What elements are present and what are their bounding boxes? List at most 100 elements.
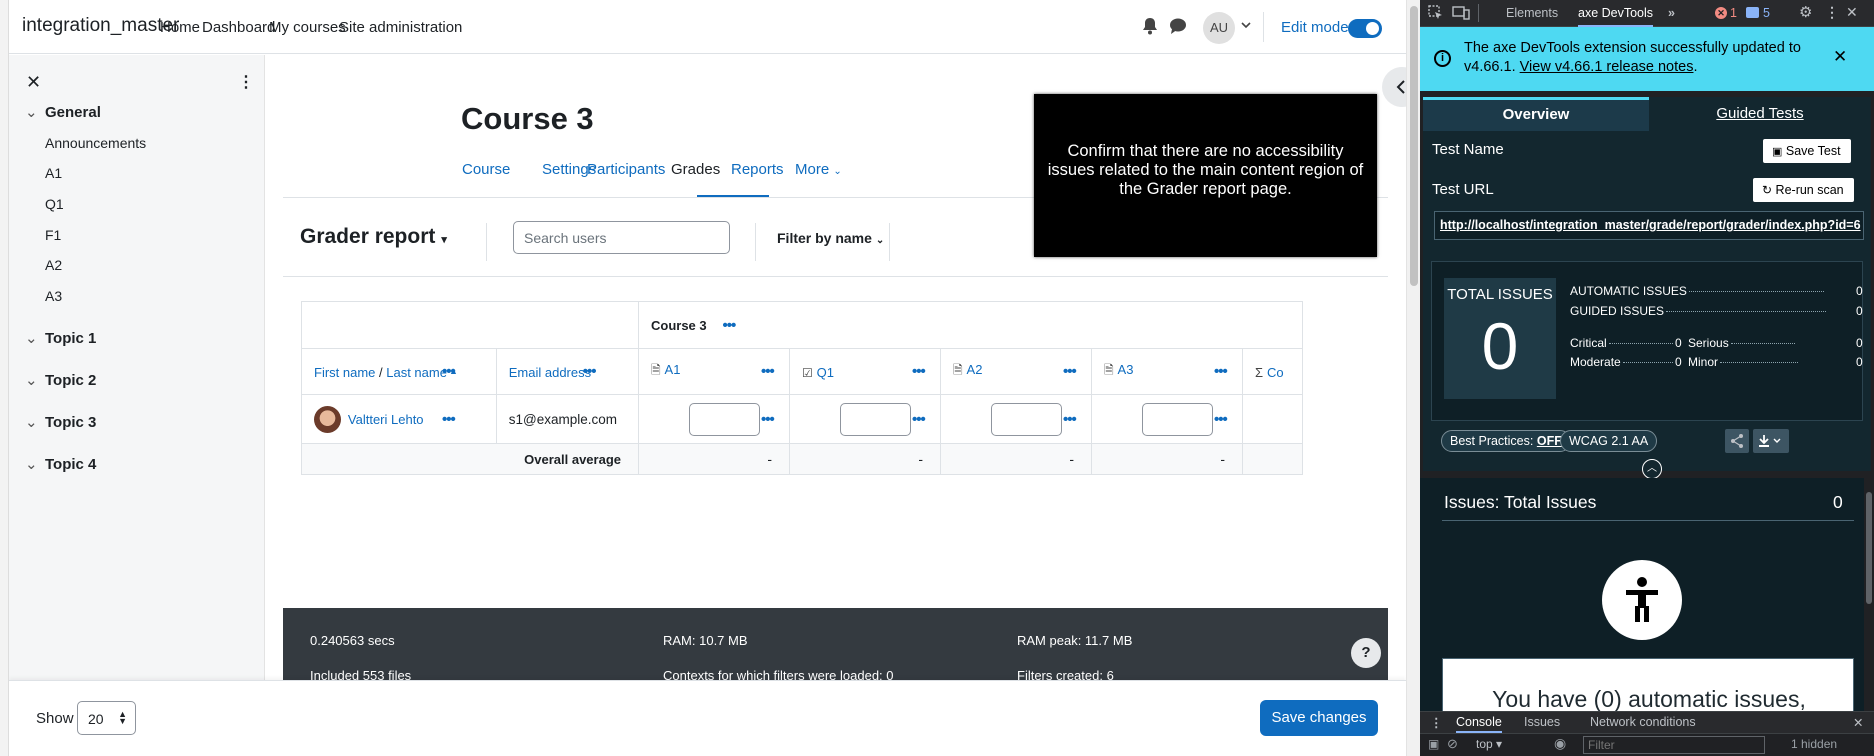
tab-course[interactable]: Course [462, 161, 510, 178]
critical-row[interactable]: Critical 0 [1570, 336, 1682, 350]
section-topic-1[interactable]: ⌄ Topic 1 [25, 329, 96, 347]
activity-a3[interactable]: A3 [45, 288, 62, 304]
per-page-select[interactable]: 20 ▲ ▼ [77, 701, 136, 735]
automatic-issues-row[interactable]: AUTOMATIC ISSUES 0 [1570, 284, 1863, 298]
bell-icon[interactable] [1142, 17, 1158, 35]
release-notes-link[interactable]: View v4.66.1 release notes [1520, 59, 1694, 75]
tab-overview[interactable]: Overview [1423, 97, 1649, 131]
course-total-link[interactable]: Co [1267, 365, 1284, 380]
activity-q1[interactable]: Q1 [45, 196, 64, 212]
panel-scrollbar[interactable] [1864, 478, 1874, 705]
close-icon[interactable]: ✕ [26, 72, 41, 93]
more-actions-icon[interactable]: ••• [723, 317, 737, 334]
grader-report-selector[interactable]: Grader report ▾ [300, 225, 447, 249]
more-actions-icon[interactable]: ••• [761, 411, 775, 428]
best-practices-toggle[interactable]: Best Practices: OFF [1441, 430, 1571, 452]
minor-row[interactable]: Minor 0 [1688, 355, 1863, 369]
scrollbar-thumb[interactable] [1866, 492, 1872, 604]
grade-input[interactable] [840, 402, 911, 436]
tab-more[interactable]: More ⌄ [795, 161, 842, 178]
activity-f1[interactable]: F1 [45, 227, 61, 243]
grade-input[interactable] [991, 402, 1062, 436]
help-button[interactable]: ? [1351, 638, 1381, 668]
sort-email-link[interactable]: Email address [509, 365, 591, 380]
item-link-a2[interactable]: A2 [967, 362, 983, 377]
nav-my-courses[interactable]: My courses [269, 19, 346, 36]
vertical-dots-icon[interactable]: ⋮ [1430, 715, 1443, 730]
section-topic-4[interactable]: ⌄ Topic 4 [25, 455, 96, 473]
grade-input[interactable] [1142, 402, 1213, 436]
chevron-down-icon[interactable]: ⌄ [25, 413, 39, 431]
student-name-link[interactable]: Valtteri Lehto [348, 412, 424, 427]
vertical-dots-icon[interactable]: ⋮ [238, 72, 254, 92]
chevron-down-icon[interactable]: ⌄ [25, 103, 39, 121]
more-actions-icon[interactable]: ••• [912, 411, 926, 428]
edit-mode-toggle[interactable] [1348, 19, 1382, 38]
tab-issues[interactable]: Issues [1524, 715, 1560, 729]
more-actions-icon[interactable]: ••• [442, 411, 456, 428]
more-actions-icon[interactable]: ••• [761, 363, 775, 380]
sidebar-icon[interactable]: ▣ [1428, 737, 1439, 751]
message-icon[interactable] [1746, 7, 1759, 18]
section-general[interactable]: ⌄ General [25, 103, 101, 121]
drawer-toggle-button[interactable] [1382, 67, 1406, 107]
sort-first-name-link[interactable]: First name [314, 365, 375, 380]
vertical-dots-icon[interactable]: ⋮ [1825, 4, 1839, 21]
device-toggle-icon[interactable] [1452, 5, 1470, 21]
error-count[interactable]: 1 [1730, 6, 1737, 20]
site-brand[interactable]: integration_master [22, 15, 179, 37]
chevron-up-icon[interactable]: ︿ [1642, 459, 1662, 479]
moderate-row[interactable]: Moderate 0 [1570, 355, 1682, 369]
more-actions-icon[interactable]: ••• [1214, 363, 1228, 380]
message-count[interactable]: 5 [1763, 6, 1770, 20]
activity-a2[interactable]: A2 [45, 257, 62, 273]
inspect-icon[interactable] [1428, 5, 1444, 21]
tab-network-conditions[interactable]: Network conditions [1590, 715, 1696, 729]
save-test-button[interactable]: ▣ Save Test [1763, 139, 1851, 163]
export-button[interactable] [1753, 429, 1789, 453]
search-users-input[interactable] [513, 221, 730, 254]
filter-by-name-dropdown[interactable]: Filter by name ⌄ [777, 230, 884, 246]
tab-guided-tests[interactable]: Guided Tests [1649, 97, 1871, 131]
sort-last-name-link[interactable]: Last name [386, 365, 447, 380]
error-icon[interactable]: ✕ [1715, 7, 1727, 19]
page-scrollbar[interactable] [1406, 0, 1420, 756]
user-avatar[interactable]: AU [1203, 12, 1235, 44]
share-button[interactable] [1725, 429, 1749, 453]
wcag-standard-pill[interactable]: WCAG 2.1 AA [1560, 430, 1658, 452]
nav-site-administration[interactable]: Site administration [339, 19, 462, 36]
messages-icon[interactable] [1169, 17, 1187, 35]
clear-console-icon[interactable]: ⊘ [1447, 736, 1458, 752]
save-changes-button[interactable]: Save changes [1260, 700, 1378, 736]
tab-console[interactable]: Console [1456, 715, 1502, 733]
section-topic-2[interactable]: ⌄ Topic 2 [25, 371, 96, 389]
chevron-down-icon[interactable]: ⌄ [25, 455, 39, 473]
nav-home[interactable]: Home [160, 19, 200, 36]
guided-issues-row[interactable]: GUIDED ISSUES 0 [1570, 304, 1863, 318]
scrollbar-thumb[interactable] [1410, 6, 1418, 286]
tab-axe-devtools[interactable]: axe DevTools [1578, 6, 1654, 27]
serious-row[interactable]: Serious 0 [1688, 336, 1863, 350]
more-actions-icon[interactable]: ••• [583, 363, 597, 380]
chevron-down-icon[interactable]: ⌄ [25, 371, 39, 389]
gear-icon[interactable]: ⚙ [1799, 3, 1812, 21]
item-link-a3[interactable]: A3 [1118, 362, 1134, 377]
chevron-down-icon[interactable]: ⌄ [25, 329, 39, 347]
nav-dashboard[interactable]: Dashboard [202, 19, 275, 36]
grade-input[interactable] [689, 402, 760, 436]
chevron-down-icon[interactable] [1241, 20, 1251, 30]
close-icon[interactable]: ✕ [1846, 4, 1858, 21]
tab-elements[interactable]: Elements [1506, 6, 1558, 20]
section-topic-3[interactable]: ⌄ Topic 3 [25, 413, 96, 431]
tab-participants[interactable]: Participants [587, 161, 665, 178]
console-filter-input[interactable] [1583, 736, 1765, 754]
close-icon[interactable]: ✕ [1833, 47, 1847, 67]
activity-announcements[interactable]: Announcements [45, 135, 146, 151]
activity-a1[interactable]: A1 [45, 165, 62, 181]
more-actions-icon[interactable]: ••• [912, 363, 926, 380]
item-link-q1[interactable]: Q1 [817, 365, 834, 380]
more-actions-icon[interactable]: ••• [1063, 363, 1077, 380]
more-actions-icon[interactable]: ••• [442, 363, 456, 380]
tab-grades[interactable]: Grades [671, 161, 720, 178]
tab-reports[interactable]: Reports [731, 161, 784, 178]
